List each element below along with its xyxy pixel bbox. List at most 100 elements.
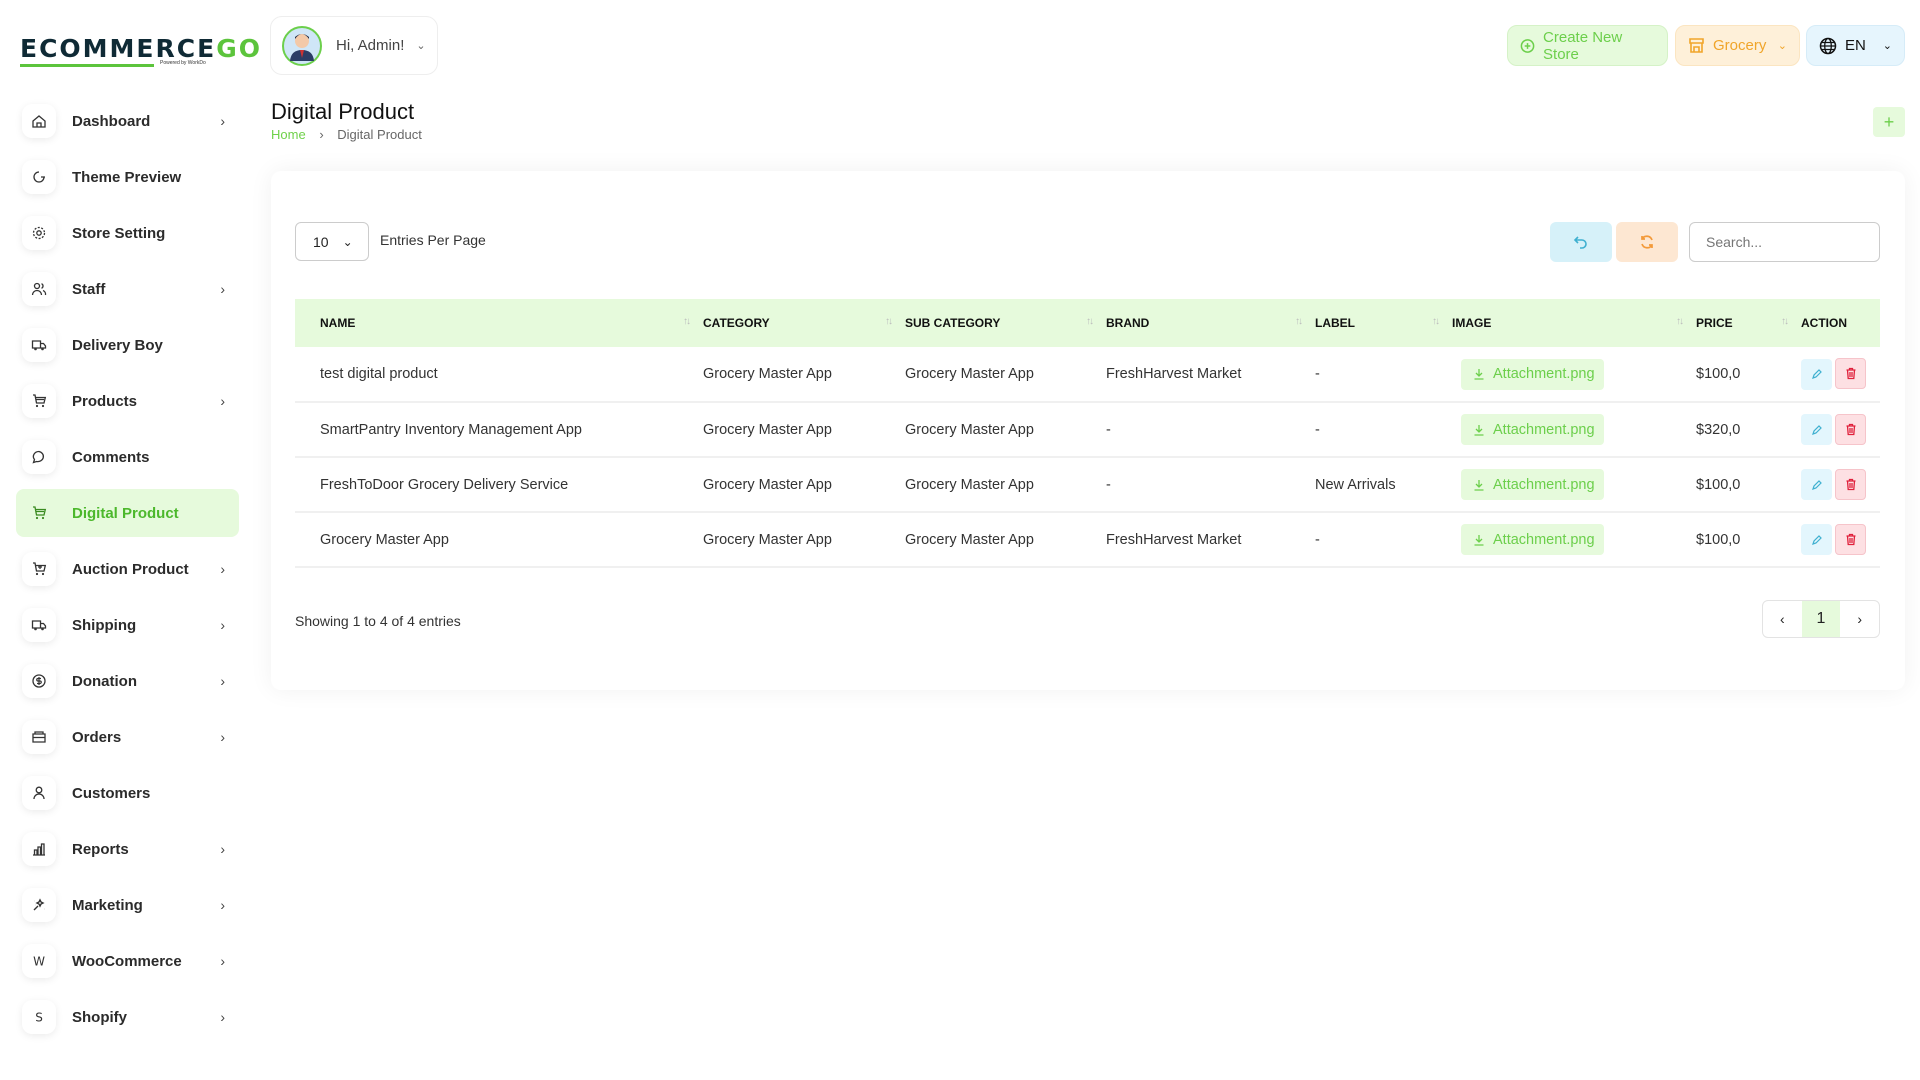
cell-price: $320,0 — [1696, 402, 1801, 457]
page-1-button[interactable]: 1 — [1802, 601, 1841, 637]
sidebar-item-shipping[interactable]: Shipping› — [16, 601, 239, 649]
column-header-price[interactable]: PRICE ↑↓ — [1696, 299, 1801, 347]
column-header-label: PRICE — [1696, 316, 1733, 330]
attachment-download-button[interactable]: Attachment.png — [1461, 469, 1604, 500]
cell-text: FreshHarvest Market — [1106, 366, 1241, 382]
plus-circle-icon — [1520, 38, 1535, 54]
prev-page-button[interactable]: ‹ — [1763, 601, 1802, 637]
delete-button[interactable] — [1835, 414, 1866, 445]
edit-button[interactable] — [1801, 469, 1832, 500]
trash-icon — [1845, 367, 1857, 380]
table-row: FreshToDoor Grocery Delivery ServiceGroc… — [295, 457, 1880, 512]
sidebar-item-store-setting[interactable]: Store Setting — [16, 209, 239, 257]
sidebar-item-reports[interactable]: Reports› — [16, 825, 239, 873]
edit-button[interactable] — [1801, 359, 1832, 390]
product-table: NAME↑↓CATEGORY↑↓SUB CATEGORY↑↓BRAND↑↓LAB… — [295, 299, 1880, 568]
gear-icon — [22, 216, 56, 250]
cell-text: $320,0 — [1696, 422, 1740, 438]
entries-select[interactable]: 10 ⌄ — [295, 222, 369, 261]
cell-name: test digital product — [295, 347, 703, 402]
cell-text: $100,0 — [1696, 477, 1740, 493]
add-button[interactable]: + — [1873, 107, 1905, 137]
breadcrumb: Home › Digital Product — [271, 127, 422, 142]
sidebar-item-woocommerce[interactable]: WWooCommerce› — [16, 937, 239, 985]
create-store-button[interactable]: Create New Store — [1507, 25, 1668, 66]
cell-action — [1801, 347, 1880, 402]
edit-button[interactable] — [1801, 414, 1832, 445]
reset-button[interactable] — [1550, 222, 1612, 262]
column-header-label: IMAGE — [1452, 316, 1491, 330]
store-select[interactable]: Grocery ⌄ — [1675, 25, 1800, 66]
table-header-row: NAME↑↓CATEGORY↑↓SUB CATEGORY↑↓BRAND↑↓LAB… — [295, 299, 1880, 347]
sort-icon[interactable]: ↑↓ — [1781, 316, 1787, 327]
cell-text: - — [1315, 366, 1320, 382]
delete-button[interactable] — [1835, 524, 1866, 555]
cell-image: Attachment.png — [1452, 512, 1696, 567]
sort-icon[interactable]: ↑↓ — [683, 316, 689, 327]
sidebar-item-dashboard[interactable]: Dashboard› — [16, 97, 239, 145]
logo-underline — [20, 64, 154, 67]
user-icon — [22, 776, 56, 810]
sidebar-item-donation[interactable]: Donation› — [16, 657, 239, 705]
sidebar-item-label: Auction Product — [72, 561, 220, 578]
column-header-category[interactable]: CATEGORY↑↓ — [703, 299, 905, 347]
sort-icon[interactable]: ↑↓ — [1086, 316, 1092, 327]
attachment-label: Attachment.png — [1493, 477, 1595, 493]
column-header-brand[interactable]: BRAND↑↓ — [1106, 299, 1315, 347]
sidebar-item-label: Staff — [72, 281, 220, 298]
sort-icon[interactable]: ↑↓ — [885, 316, 891, 327]
avatar — [282, 26, 322, 66]
user-menu[interactable]: Hi, Admin! ⌄ — [270, 16, 438, 75]
logo[interactable]: ECOMMERCEGO Powered by WorkDo — [20, 34, 220, 70]
sidebar-item-orders[interactable]: Orders› — [16, 713, 239, 761]
attachment-download-button[interactable]: Attachment.png — [1461, 414, 1604, 445]
sort-icon[interactable]: ↑↓ — [1676, 316, 1682, 327]
sidebar-item-customers[interactable]: Customers — [16, 769, 239, 817]
sidebar-item-label: Shopify — [72, 1009, 220, 1026]
sidebar-item-delivery-boy[interactable]: Delivery Boy — [16, 321, 239, 369]
sidebar-item-staff[interactable]: Staff› — [16, 265, 239, 313]
column-header-name[interactable]: NAME↑↓ — [295, 299, 703, 347]
sort-icon[interactable]: ↑↓ — [1432, 316, 1438, 327]
attachment-download-button[interactable]: Attachment.png — [1461, 524, 1604, 555]
svg-text:S: S — [35, 1011, 43, 1025]
chevron-right-icon: › — [220, 953, 225, 969]
pencil-icon — [1811, 424, 1823, 436]
sidebar-item-label: Customers — [72, 785, 239, 802]
plus-icon: + — [1884, 112, 1895, 133]
sidebar-item-shopify[interactable]: SShopify› — [16, 993, 239, 1041]
edit-button[interactable] — [1801, 524, 1832, 555]
cell-text: - — [1106, 422, 1111, 438]
attachment-download-button[interactable]: Attachment.png — [1461, 359, 1604, 390]
column-header-label: LABEL — [1315, 316, 1355, 330]
sidebar-item-label: Orders — [72, 729, 220, 746]
sidebar-item-comments[interactable]: Comments — [16, 433, 239, 481]
column-header-label[interactable]: LABEL ↑↓ — [1315, 299, 1452, 347]
table-row: SmartPantry Inventory Management AppGroc… — [295, 402, 1880, 457]
sidebar-item-theme-preview[interactable]: Theme Preview — [16, 153, 239, 201]
comment-icon — [22, 440, 56, 474]
column-header-sub-category[interactable]: SUB CATEGORY ↑↓ — [905, 299, 1106, 347]
sidebar-item-marketing[interactable]: Marketing› — [16, 881, 239, 929]
language-select[interactable]: EN ⌄ — [1806, 25, 1905, 66]
cell-text: Grocery Master App — [703, 532, 832, 548]
chevron-right-icon: › — [220, 281, 225, 297]
cart-icon — [22, 384, 56, 418]
next-page-button[interactable]: › — [1840, 601, 1879, 637]
sidebar-item-products[interactable]: Products› — [16, 377, 239, 425]
search-input[interactable] — [1689, 222, 1880, 262]
sidebar-item-digital-product[interactable]: Digital Product — [16, 489, 239, 537]
sort-icon[interactable]: ↑↓ — [1295, 316, 1301, 327]
delete-button[interactable] — [1835, 358, 1866, 389]
truck-icon — [22, 608, 56, 642]
delete-button[interactable] — [1835, 469, 1866, 500]
sidebar-item-auction-product[interactable]: Auction Product› — [16, 545, 239, 593]
refresh-button[interactable] — [1616, 222, 1678, 262]
column-header-image[interactable]: IMAGE ↑↓ — [1452, 299, 1696, 347]
cell-label: - — [1315, 402, 1452, 457]
column-header-label: SUB CATEGORY — [905, 316, 1000, 330]
cell-text: Grocery Master App — [703, 422, 832, 438]
cell-text: New Arrivals — [1315, 477, 1396, 493]
marketing-icon — [22, 888, 56, 922]
breadcrumb-home[interactable]: Home — [271, 127, 306, 142]
